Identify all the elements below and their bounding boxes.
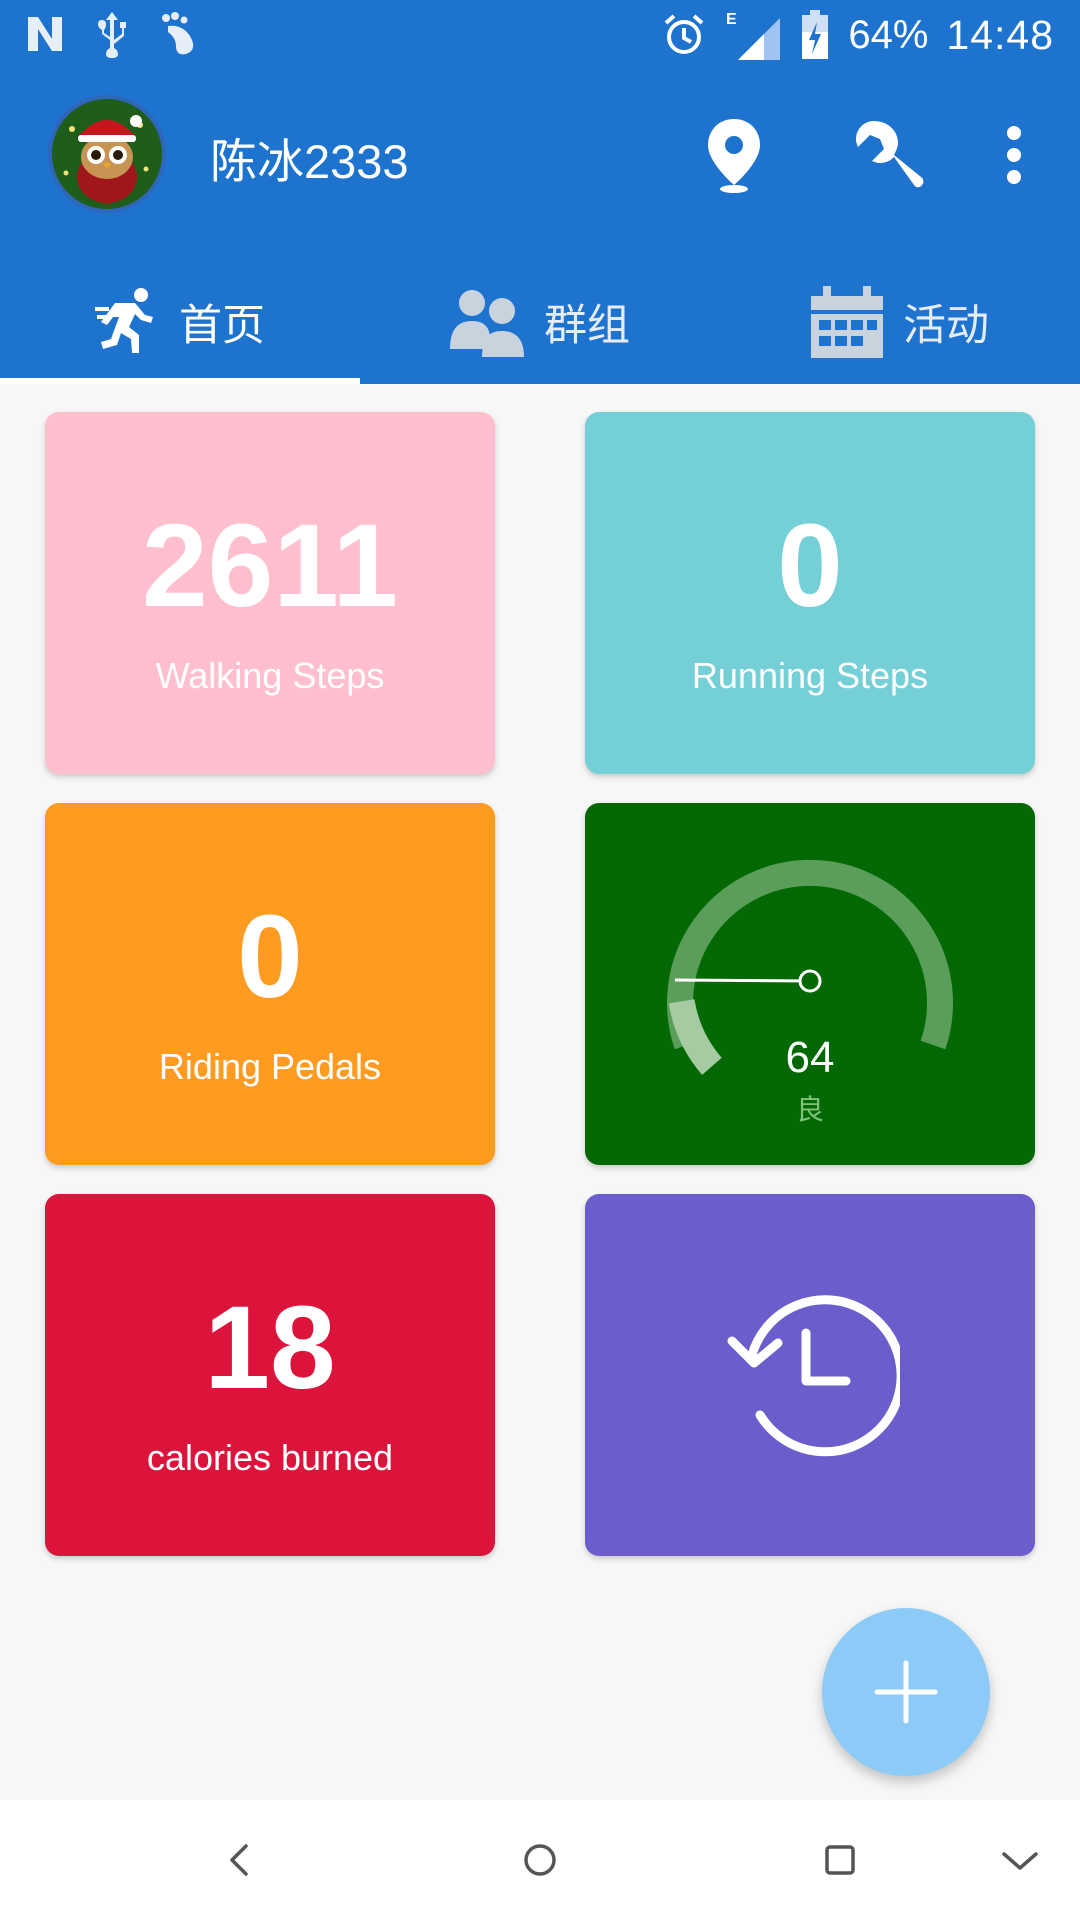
nav-recents-button[interactable] bbox=[810, 1830, 870, 1890]
history-icon bbox=[727, 1295, 900, 1457]
avatar[interactable] bbox=[48, 95, 166, 213]
riding-pedals-caption: Riding Pedals bbox=[158, 1046, 382, 1087]
calories-caption: calories burned bbox=[146, 1437, 394, 1478]
tab-bar: 首页 群组 活动 bbox=[0, 260, 1080, 384]
calories-value: 18 bbox=[204, 1282, 336, 1414]
tab-groups-label: 群组 bbox=[544, 302, 630, 350]
tab-home[interactable]: 首页 bbox=[0, 260, 360, 384]
app-screen: E 64% 14:48 陈冰2333 首页 群组 活动 2611 Walking… bbox=[0, 0, 1080, 1920]
footprint-icon bbox=[162, 12, 194, 55]
home-icon bbox=[524, 1844, 556, 1876]
calories-card[interactable]: 18 calories burned bbox=[45, 1194, 495, 1556]
location-button[interactable] bbox=[694, 115, 774, 195]
gauge-value: 64 bbox=[785, 1033, 835, 1082]
collapse-icon bbox=[1002, 1852, 1038, 1870]
recents-icon bbox=[825, 1845, 855, 1875]
history-card[interactable] bbox=[585, 1194, 1035, 1556]
add-fab-button[interactable] bbox=[822, 1608, 990, 1776]
nav-collapse-button[interactable] bbox=[990, 1830, 1050, 1890]
walking-steps-caption: Walking Steps bbox=[155, 655, 385, 696]
gauge-track-arc bbox=[667, 860, 953, 1050]
gauge-pivot bbox=[798, 969, 822, 993]
battery-percent: 64% bbox=[848, 12, 929, 57]
battery-charging-icon bbox=[802, 10, 829, 59]
more-vert-icon bbox=[1007, 126, 1021, 184]
calendar-icon bbox=[811, 286, 883, 358]
running-steps-caption: Running Steps bbox=[691, 655, 929, 696]
wrench-icon bbox=[856, 121, 924, 188]
running-steps-value: 0 bbox=[777, 500, 843, 632]
network-type-label: E bbox=[726, 11, 737, 28]
alarm-icon bbox=[665, 14, 704, 54]
running-steps-card[interactable]: 0 Running Steps bbox=[585, 412, 1035, 774]
status-bar: E 64% 14:48 bbox=[0, 0, 1080, 75]
nav-home-button[interactable] bbox=[510, 1830, 570, 1890]
location-icon bbox=[708, 119, 760, 193]
system-navigation-bar bbox=[0, 1800, 1080, 1920]
n-notification-icon bbox=[28, 17, 62, 51]
back-icon bbox=[230, 1844, 248, 1876]
group-icon bbox=[450, 290, 524, 357]
status-right-icons: E 64% 14:48 bbox=[662, 10, 1054, 60]
nav-back-button[interactable] bbox=[210, 1830, 270, 1890]
air-quality-gauge-card[interactable]: 64 良 bbox=[585, 803, 1035, 1165]
toolbar: 陈冰2333 bbox=[0, 75, 1080, 235]
settings-wrench-button[interactable] bbox=[848, 115, 928, 195]
gauge-needle bbox=[674, 978, 811, 983]
gauge-rating-label: 良 bbox=[795, 1094, 824, 1125]
selected-tab-indicator bbox=[0, 378, 360, 384]
tab-home-label: 首页 bbox=[179, 302, 265, 350]
walking-steps-card[interactable]: 2611 Walking Steps bbox=[45, 412, 495, 774]
riding-pedals-value: 0 bbox=[237, 891, 303, 1023]
gauge: 64 良 bbox=[585, 803, 1035, 1165]
plus-icon bbox=[874, 1660, 938, 1724]
walking-steps-value: 2611 bbox=[142, 500, 398, 632]
username: 陈冰2333 bbox=[210, 135, 409, 188]
status-time: 14:48 bbox=[946, 11, 1054, 58]
usb-icon bbox=[98, 12, 126, 58]
riding-pedals-card[interactable]: 0 Riding Pedals bbox=[45, 803, 495, 1165]
signal-e-icon: E bbox=[726, 11, 781, 60]
status-left-icons bbox=[24, 10, 202, 58]
running-person-icon bbox=[95, 288, 153, 353]
more-options-button[interactable] bbox=[992, 115, 1036, 195]
owl-avatar-image bbox=[52, 99, 162, 209]
tab-activities-label: 活动 bbox=[903, 302, 989, 350]
app-bar: E 64% 14:48 陈冰2333 首页 群组 活动 bbox=[0, 0, 1080, 384]
tab-activities[interactable]: 活动 bbox=[720, 260, 1080, 384]
tab-groups[interactable]: 群组 bbox=[360, 260, 720, 384]
